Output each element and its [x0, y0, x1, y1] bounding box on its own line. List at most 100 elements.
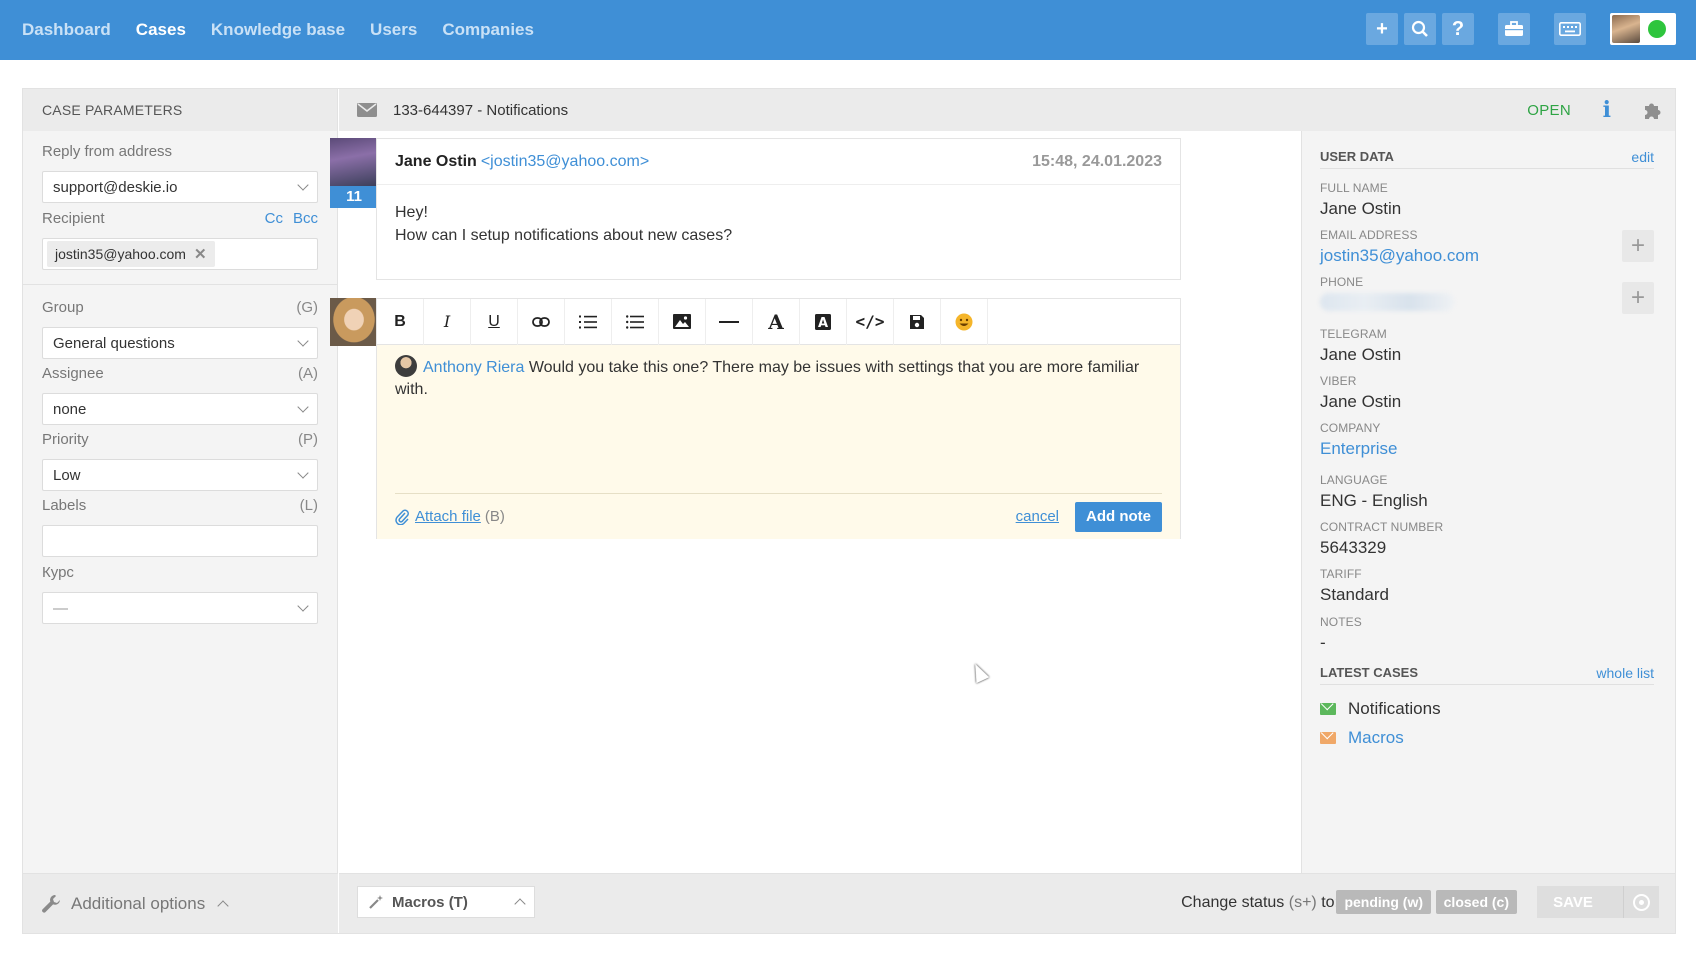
mention-link[interactable]: Anthony Riera — [423, 359, 524, 376]
wrench-icon — [42, 894, 60, 913]
labels-input[interactable] — [42, 525, 318, 557]
remove-chip-icon[interactable]: ✕ — [194, 245, 207, 263]
company-value[interactable]: Enterprise — [1320, 439, 1654, 459]
reply-from-label: Reply from address — [42, 143, 173, 160]
envelope-icon — [1320, 732, 1336, 744]
email-field: EMAIL ADDRESS jostin35@yahoo.com + — [1320, 228, 1654, 266]
recipient-input[interactable]: jostin35@yahoo.com ✕ — [42, 238, 318, 270]
contract-field: CONTRACT NUMBER 5643329 — [1320, 520, 1654, 558]
viber-field: VIBER Jane Ostin — [1320, 374, 1654, 412]
language-label: LANGUAGE — [1320, 473, 1388, 487]
nav-knowledge-base[interactable]: Knowledge base — [211, 20, 345, 40]
current-user-menu[interactable] — [1610, 13, 1676, 45]
ordered-list-icon[interactable] — [565, 298, 612, 345]
closed-status-button[interactable]: closed (c) — [1435, 890, 1517, 914]
macros-button[interactable]: Macros (T) — [357, 886, 535, 918]
bcc-link[interactable]: Bcc — [293, 210, 318, 227]
cancel-link[interactable]: cancel — [1016, 506, 1059, 528]
group-select[interactable]: General questions — [42, 327, 318, 359]
priority-label: Priority — [42, 431, 89, 448]
message-count-badge: 11 — [330, 186, 378, 208]
assignee-value: none — [53, 400, 87, 418]
add-email-button[interactable]: + — [1622, 230, 1654, 262]
save-icon[interactable] — [894, 298, 941, 345]
online-status-icon — [1648, 20, 1666, 38]
info-icon[interactable]: i — [1603, 97, 1611, 123]
viber-label: VIBER — [1320, 374, 1357, 388]
chevron-down-icon — [297, 467, 309, 479]
font-color-icon[interactable]: A — [753, 298, 800, 345]
latest-case-label: Macros — [1348, 728, 1404, 747]
bold-icon[interactable]: B — [377, 298, 424, 345]
latest-case-label: Notifications — [1348, 699, 1441, 718]
language-field: LANGUAGE ENG - English — [1320, 473, 1654, 511]
highlight-icon[interactable]: A — [800, 298, 847, 345]
emoji-icon[interactable] — [941, 298, 988, 345]
sender-email[interactable]: <jostin35@yahoo.com> — [481, 153, 649, 171]
email-value[interactable]: jostin35@yahoo.com — [1320, 246, 1654, 266]
image-icon[interactable] — [659, 298, 706, 345]
code-icon[interactable]: </> — [847, 298, 894, 345]
notes-field: NOTES - — [1320, 615, 1654, 653]
full-name-field: FULL NAME Jane Ostin — [1320, 181, 1654, 219]
save-button[interactable]: SAVE — [1537, 886, 1659, 918]
assignee-select[interactable]: none — [42, 393, 318, 425]
telegram-field: TELEGRAM Jane Ostin — [1320, 327, 1654, 365]
nav-cases[interactable]: Cases — [136, 20, 186, 40]
reply-from-select[interactable]: support@deskie.io — [42, 171, 318, 203]
note-text-area[interactable]: Anthony Riera Would you take this one? T… — [377, 345, 1180, 539]
priority-select[interactable]: Low — [42, 459, 318, 491]
kypc-value: — — [53, 599, 68, 617]
kypc-label: Курс — [42, 564, 74, 581]
nav-users[interactable]: Users — [370, 20, 417, 40]
recipient-field: Recipient Cc Bcc jostin35@yahoo.com ✕ — [42, 210, 318, 270]
additional-options-toggle[interactable]: Additional options — [23, 873, 338, 933]
topbar-actions: + ? — [1366, 13, 1676, 45]
company-field: COMPANY Enterprise — [1320, 421, 1654, 459]
top-bar: Dashboard Cases Knowledge base Users Com… — [0, 0, 1696, 60]
italic-icon[interactable]: I — [424, 298, 471, 345]
contract-value: 5643329 — [1320, 538, 1387, 557]
kypc-field: Курс — — [42, 564, 318, 624]
message-line-2: How can I setup notifications about new … — [395, 227, 733, 244]
envelope-icon — [357, 103, 377, 117]
nav-dashboard[interactable]: Dashboard — [22, 20, 111, 40]
keyboard-icon[interactable] — [1554, 13, 1586, 45]
phone-value-blurred — [1320, 293, 1454, 311]
link-icon[interactable] — [518, 298, 565, 345]
add-phone-button[interactable]: + — [1622, 282, 1654, 314]
plus-icon[interactable]: + — [1366, 13, 1398, 45]
reply-from-value: support@deskie.io — [53, 178, 178, 196]
save-options-icon[interactable] — [1623, 886, 1659, 918]
puzzle-icon[interactable] — [1641, 98, 1665, 128]
cc-link[interactable]: Cc — [265, 210, 283, 227]
sender-avatar — [330, 138, 378, 186]
user-data-title: USER DATA — [1320, 149, 1394, 164]
edit-user-link[interactable]: edit — [1631, 149, 1654, 165]
note-footer: Attach file (B) cancel Add note — [395, 493, 1162, 539]
case-header: 133-644397 - Notifications OPEN i — [339, 89, 1675, 131]
bullet-list-icon[interactable] — [612, 298, 659, 345]
main-nav: Dashboard Cases Knowledge base Users Com… — [22, 0, 534, 60]
help-icon[interactable]: ? — [1442, 13, 1474, 45]
latest-case-item[interactable]: Notifications — [1320, 699, 1441, 719]
case-title: 133-644397 - Notifications — [393, 101, 569, 119]
case-status-badge[interactable]: OPEN — [1527, 102, 1571, 119]
priority-value: Low — [53, 466, 81, 484]
attach-file-link[interactable]: Attach file — [415, 506, 481, 528]
latest-case-item[interactable]: Macros — [1320, 728, 1404, 748]
search-icon[interactable] — [1404, 13, 1436, 45]
underline-icon[interactable]: U — [471, 298, 518, 345]
briefcase-icon[interactable] — [1498, 13, 1530, 45]
add-note-button[interactable]: Add note — [1075, 501, 1162, 532]
contract-label: CONTRACT NUMBER — [1320, 520, 1444, 534]
kypc-select[interactable]: — — [42, 592, 318, 624]
priority-field: Priority (P) Low — [42, 431, 318, 491]
assignee-label: Assignee — [42, 365, 104, 382]
horizontal-rule-icon[interactable] — [706, 298, 753, 345]
pending-status-button[interactable]: pending (w) — [1336, 890, 1431, 914]
whole-list-link[interactable]: whole list — [1596, 665, 1654, 681]
nav-companies[interactable]: Companies — [442, 20, 534, 40]
case-parameters-title: CASE PARAMETERS — [23, 89, 337, 131]
paperclip-icon — [395, 509, 409, 525]
